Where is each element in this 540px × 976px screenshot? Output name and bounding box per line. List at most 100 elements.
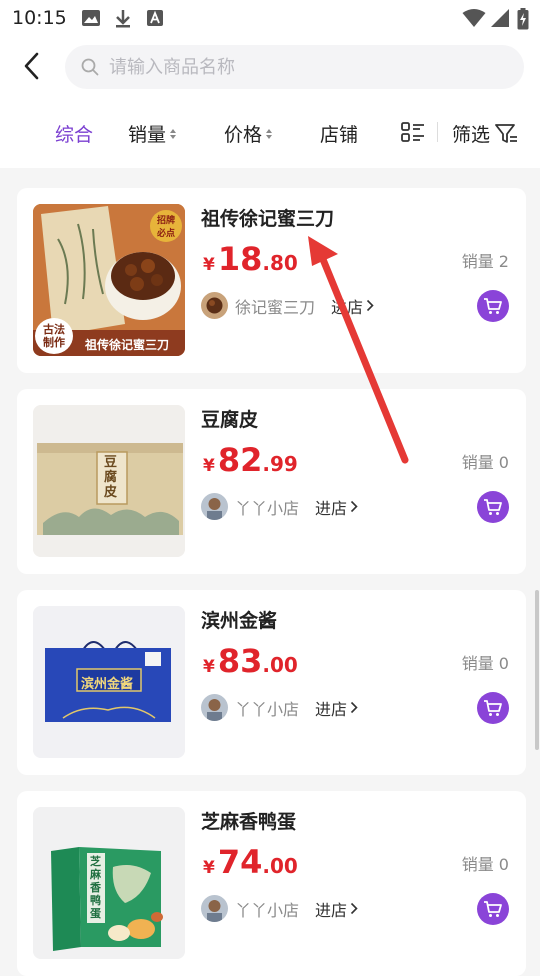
product-image-text: 祖传徐记蜜三刀 [85,338,170,352]
image-icon [81,9,101,31]
chevron-left-icon [24,52,39,80]
cart-icon [484,499,502,515]
shop-name[interactable]: 徐记蜜三刀 [235,294,315,318]
price-integer: 82 [217,441,263,479]
back-button[interactable] [14,48,48,84]
sort-sales-label: 销量 [128,124,167,146]
signal-icon [490,8,510,32]
enter-shop-link[interactable]: 进店 [315,495,358,519]
sales-count: 销量 0 [461,855,509,874]
product-title[interactable]: 滨州金酱 [201,606,277,633]
price-decimal: .99 [262,452,298,476]
add-to-cart-button[interactable] [477,692,509,724]
price-decimal: .00 [262,653,298,677]
shop-avatar[interactable] [201,895,228,922]
enter-shop-label: 进店 [331,297,364,317]
sort-arrows-icon [170,128,177,139]
download-icon [114,9,132,33]
shop-row: 丫丫小店 进店 [201,493,358,520]
product-image-text: 招牌 [157,216,176,226]
product-image-badge: 古法 制作 [35,318,73,354]
price-integer: 74 [217,843,263,881]
product-price: ¥ 18 .80 [203,240,298,278]
product-image-text: 制作 [43,336,65,349]
sort-shop-tab[interactable]: 店铺 [320,120,358,147]
grid-list-toggle-button[interactable] [401,122,425,142]
sales-count: 销量 0 [461,453,509,472]
enter-shop-link[interactable]: 进店 [315,696,358,720]
enter-shop-label: 进店 [315,699,348,719]
product-image[interactable]: 滨州金酱 [33,606,185,758]
sales-count: 销量 2 [461,252,509,271]
shop-row: 徐记蜜三刀 进店 [201,292,374,319]
enter-shop-link[interactable]: 进店 [331,294,374,318]
cart-icon [484,901,502,917]
sort-shop-label: 店铺 [320,124,359,146]
price-currency: ¥ [203,657,215,677]
shop-name[interactable]: 丫丫小店 [235,897,299,921]
sort-price-label: 价格 [224,124,263,146]
sort-price-tab[interactable]: 价格 [224,120,273,147]
product-image[interactable]: 招牌 必点 古法 制作 祖传徐记蜜三刀 [33,204,185,356]
product-title[interactable]: 豆腐皮 [201,405,258,432]
wifi-icon [462,8,486,32]
price-integer: 18 [217,240,263,278]
status-bar: 10:15 [0,0,540,36]
chevron-right-icon [350,902,358,915]
price-decimal: .00 [262,854,298,878]
product-card[interactable]: 豆腐皮 豆腐皮 ¥ 82 .99 销量 0 丫丫小店 进店 [17,389,526,574]
product-image-text: 必点 [157,229,176,239]
filter-button[interactable]: 筛选 [452,120,518,147]
status-time: 10:15 [12,7,67,29]
search-input[interactable] [107,55,491,79]
add-to-cart-button[interactable] [477,491,509,523]
sort-bar: 综合 销量 价格 店铺 筛选 [0,98,540,168]
add-to-cart-button[interactable] [477,290,509,322]
price-integer: 83 [217,642,263,680]
price-currency: ¥ [203,858,215,878]
cart-icon [484,298,502,314]
divider [437,122,438,142]
shop-row: 丫丫小店 进店 [201,895,358,922]
price-decimal: .80 [262,251,298,275]
font-a-icon [146,9,164,31]
price-currency: ¥ [203,255,215,275]
sort-sales-tab[interactable]: 销量 [128,120,177,147]
product-image[interactable]: 芝麻香鸭蛋 [33,807,185,959]
chevron-right-icon [350,701,358,714]
product-card[interactable]: 芝麻香鸭蛋 芝麻香鸭蛋 ¥ 74 .00 销量 0 丫丫小店 进店 [17,791,526,976]
search-icon [81,58,99,76]
product-card[interactable]: 滨州金酱 滨州金酱 ¥ 83 .00 销量 0 丫丫小店 进店 [17,590,526,775]
product-title[interactable]: 祖传徐记蜜三刀 [201,204,334,231]
shop-name[interactable]: 丫丫小店 [235,696,299,720]
sales-count: 销量 0 [461,654,509,673]
product-price: ¥ 83 .00 [203,642,298,680]
filter-label: 筛选 [452,124,491,146]
shop-name[interactable]: 丫丫小店 [235,495,299,519]
enter-shop-label: 进店 [315,900,348,920]
shop-avatar[interactable] [201,493,228,520]
sort-comprehensive-label: 综合 [55,124,94,146]
sort-comprehensive-tab[interactable]: 综合 [55,120,93,147]
product-card[interactable]: 招牌 必点 古法 制作 祖传徐记蜜三刀 祖传徐记蜜三刀 ¥ 18 .80 销量 … [17,188,526,373]
funnel-icon [495,123,518,143]
price-currency: ¥ [203,456,215,476]
scrollbar[interactable] [535,590,539,750]
search-box[interactable] [65,45,524,89]
product-title[interactable]: 芝麻香鸭蛋 [201,807,296,834]
battery-charging-icon [517,8,529,34]
product-image-text: 芝麻香鸭蛋 [90,855,101,920]
shop-avatar[interactable] [201,292,228,319]
shop-avatar[interactable] [201,694,228,721]
enter-shop-link[interactable]: 进店 [315,897,358,921]
add-to-cart-button[interactable] [477,893,509,925]
chevron-right-icon [350,500,358,513]
product-price: ¥ 82 .99 [203,441,298,479]
product-image-text: 滨州金酱 [81,677,134,692]
sort-arrows-icon [266,128,273,139]
header [0,36,540,98]
product-image[interactable]: 豆腐皮 [33,405,185,557]
grid-list-icon [401,122,424,142]
chevron-right-icon [366,299,374,312]
product-image-text: 豆腐皮 [104,455,118,500]
